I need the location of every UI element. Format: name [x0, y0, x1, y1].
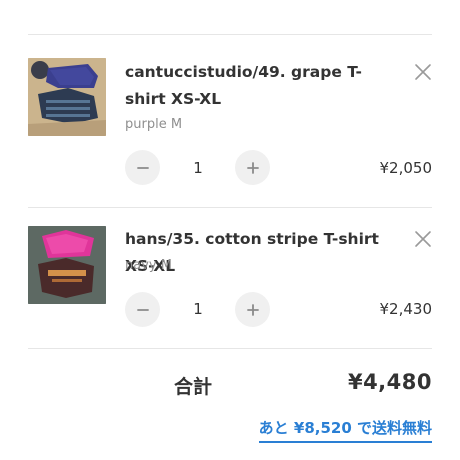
- close-icon: [415, 231, 431, 247]
- top-divider: [28, 34, 432, 35]
- item-variant: purple M: [125, 117, 183, 132]
- minus-icon: [136, 166, 149, 169]
- item-price: ¥2,050: [379, 159, 433, 177]
- quantity-value: 1: [193, 159, 203, 177]
- stripe-tshirt-image: [28, 226, 106, 304]
- plus-icon: [246, 303, 259, 316]
- total-label: 合計: [174, 376, 213, 398]
- remove-item-button[interactable]: [412, 61, 434, 83]
- item-variant: navy M: [125, 258, 172, 273]
- remove-item-button[interactable]: [412, 228, 434, 250]
- grape-tshirt-image: [28, 58, 106, 136]
- increase-quantity-button[interactable]: [235, 150, 270, 185]
- product-thumbnail[interactable]: [28, 58, 106, 136]
- total-amount: ¥4,480: [347, 370, 432, 394]
- free-shipping-notice[interactable]: あと ¥8,520 で送料無料: [258, 417, 432, 443]
- quantity-value: 1: [193, 300, 203, 318]
- minus-icon: [136, 308, 149, 311]
- close-icon: [415, 64, 431, 80]
- product-thumbnail[interactable]: [28, 226, 106, 304]
- decrease-quantity-button[interactable]: [125, 292, 160, 327]
- item-title[interactable]: cantuccistudio/49. grape T-shirt XS-XL: [125, 59, 400, 113]
- increase-quantity-button[interactable]: [235, 292, 270, 327]
- plus-icon: [246, 161, 259, 174]
- item-price: ¥2,430: [379, 300, 433, 318]
- total-divider: [28, 348, 432, 349]
- item-divider: [28, 207, 432, 208]
- decrease-quantity-button[interactable]: [125, 150, 160, 185]
